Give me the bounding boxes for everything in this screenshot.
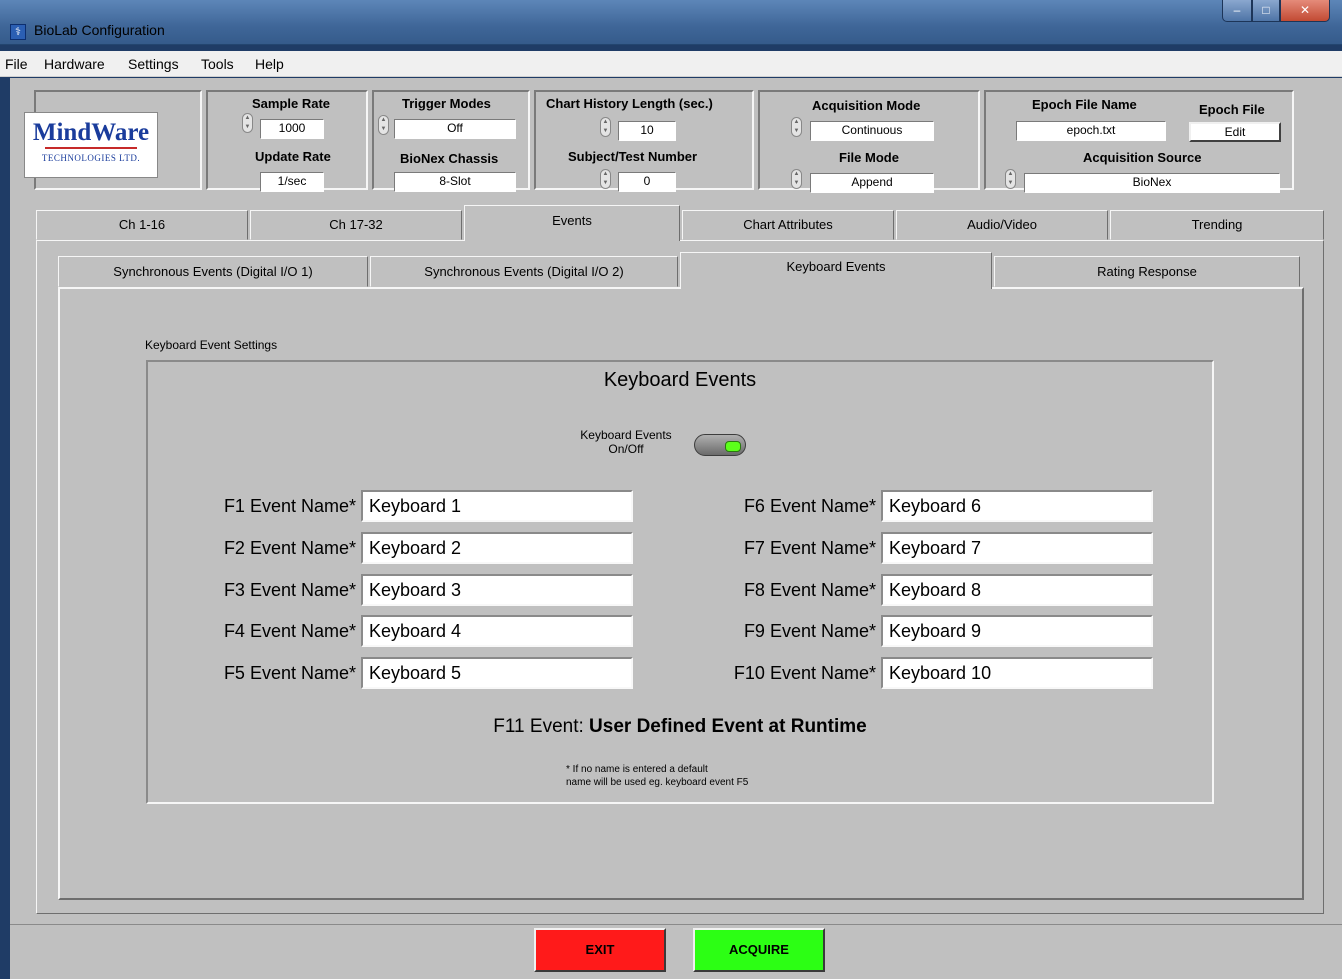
exit-button[interactable]: EXIT xyxy=(534,928,666,972)
tab-ch-1-16[interactable]: Ch 1-16 xyxy=(36,210,248,240)
acquire-button[interactable]: ACQUIRE xyxy=(693,928,825,972)
tab-events[interactable]: Events xyxy=(464,205,680,241)
f11-event-prefix: F11 Event: xyxy=(493,716,584,737)
f11-event-text: F11 Event: User Defined Event at Runtime xyxy=(146,716,1214,738)
f7-event-field[interactable]: Keyboard 7 xyxy=(881,532,1153,564)
f6-event-label: F6 Event Name* xyxy=(743,496,876,516)
f8-event-label: F8 Event Name* xyxy=(743,580,876,600)
keyboard-events-heading: Keyboard Events xyxy=(603,369,757,391)
mindware-logo: MindWare TECHNOLOGIES LTD. xyxy=(24,112,158,178)
maximize-button[interactable]: □ xyxy=(1252,0,1280,22)
f4-event-label: F4 Event Name* xyxy=(223,621,356,641)
keyboard-events-toggle[interactable] xyxy=(694,434,746,456)
acquisition-source-spinner[interactable]: ▲ ▼ xyxy=(1005,169,1016,189)
tab-synchronous-events-2[interactable]: Synchronous Events (Digital I/O 2) xyxy=(370,256,678,287)
acquisition-source-label: Acquisition Source xyxy=(1083,150,1202,165)
epoch-file-name-label: Epoch File Name xyxy=(1032,97,1137,112)
f11-event-description: User Defined Event at Runtime xyxy=(589,716,867,737)
epoch-file-edit-button[interactable]: Edit xyxy=(1189,122,1281,142)
menu-settings[interactable]: Settings xyxy=(128,56,179,72)
menu-bar: File Hardware Settings Tools Help xyxy=(0,51,1342,77)
f9-event-label: F9 Event Name* xyxy=(743,621,876,641)
f5-event-field[interactable]: Keyboard 5 xyxy=(361,657,633,689)
f1-event-field[interactable]: Keyboard 1 xyxy=(361,490,633,522)
window-title: BioLab Configuration xyxy=(34,22,165,38)
f10-event-field[interactable]: Keyboard 10 xyxy=(881,657,1153,689)
keyboard-events-toggle-label: Keyboard Events On/Off xyxy=(580,428,672,456)
acquisition-mode-field[interactable]: Continuous xyxy=(810,121,934,141)
menu-hardware[interactable]: Hardware xyxy=(44,56,105,72)
f4-event-field[interactable]: Keyboard 4 xyxy=(361,615,633,647)
chart-history-label: Chart History Length (sec.) xyxy=(546,96,713,111)
menu-tools[interactable]: Tools xyxy=(201,56,234,72)
update-rate-field[interactable]: 1/sec xyxy=(260,172,324,192)
f6-event-field[interactable]: Keyboard 6 xyxy=(881,490,1153,522)
keyboard-event-settings-label: Keyboard Event Settings xyxy=(145,338,278,352)
f3-event-label: F3 Event Name* xyxy=(223,580,356,600)
sample-rate-spinner[interactable]: ▲ ▼ xyxy=(242,113,253,133)
subject-field[interactable]: 0 xyxy=(618,172,676,192)
f2-event-field[interactable]: Keyboard 2 xyxy=(361,532,633,564)
f2-event-label: F2 Event Name* xyxy=(223,538,356,558)
acquisition-mode-spinner[interactable]: ▲ ▼ xyxy=(791,117,802,137)
tab-rating-response[interactable]: Rating Response xyxy=(994,256,1300,287)
trigger-modes-label: Trigger Modes xyxy=(402,96,491,111)
f7-event-label: F7 Event Name* xyxy=(743,538,876,558)
trigger-modes-field[interactable]: Off xyxy=(394,119,516,139)
tab-audio-video[interactable]: Audio/Video xyxy=(896,210,1108,240)
tab-keyboard-events[interactable]: Keyboard Events xyxy=(680,252,992,289)
f5-event-label: F5 Event Name* xyxy=(223,663,356,683)
update-rate-label: Update Rate xyxy=(255,149,331,164)
f9-event-field[interactable]: Keyboard 9 xyxy=(881,615,1153,647)
menu-file[interactable]: File xyxy=(5,56,28,72)
sample-rate-label: Sample Rate xyxy=(252,96,331,111)
file-mode-field[interactable]: Append xyxy=(810,173,934,193)
toggle-indicator-icon xyxy=(725,441,741,452)
bottom-bar xyxy=(10,924,1342,979)
file-mode-spinner[interactable]: ▲ ▼ xyxy=(791,169,802,189)
bionex-chassis-label: BioNex Chassis xyxy=(400,151,499,166)
f3-event-field[interactable]: Keyboard 3 xyxy=(361,574,633,606)
bionex-chassis-field[interactable]: 8-Slot xyxy=(394,172,516,192)
chart-history-spinner[interactable]: ▲ ▼ xyxy=(600,117,611,137)
chart-history-field[interactable]: 10 xyxy=(618,121,676,141)
subject-label: Subject/Test Number xyxy=(568,149,698,164)
app-icon: ⚕ xyxy=(10,24,26,40)
epoch-file-name-field[interactable]: epoch.txt xyxy=(1016,121,1166,141)
trigger-modes-spinner[interactable]: ▲ ▼ xyxy=(378,115,389,135)
tab-chart-attributes[interactable]: Chart Attributes xyxy=(682,210,894,240)
tab-synchronous-events-1[interactable]: Synchronous Events (Digital I/O 1) xyxy=(58,256,368,287)
acquisition-mode-label: Acquisition Mode xyxy=(812,98,921,113)
f10-event-label: F10 Event Name* xyxy=(733,663,876,683)
file-mode-label: File Mode xyxy=(839,150,899,165)
f8-event-field[interactable]: Keyboard 8 xyxy=(881,574,1153,606)
close-button[interactable]: ✕ xyxy=(1280,0,1330,22)
minimize-button[interactable]: – xyxy=(1222,0,1252,22)
sample-rate-field[interactable]: 1000 xyxy=(260,119,324,139)
menu-help[interactable]: Help xyxy=(255,56,284,72)
f1-event-label: F1 Event Name* xyxy=(223,496,356,516)
tab-ch-17-32[interactable]: Ch 17-32 xyxy=(250,210,462,240)
title-bar xyxy=(0,0,1342,45)
acquisition-source-field[interactable]: BioNex xyxy=(1024,173,1280,193)
subject-spinner[interactable]: ▲ ▼ xyxy=(600,169,611,189)
epoch-file-label: Epoch File xyxy=(1199,102,1265,117)
default-name-note: * If no name is entered a default name w… xyxy=(566,764,749,788)
tab-trending[interactable]: Trending xyxy=(1110,210,1324,240)
